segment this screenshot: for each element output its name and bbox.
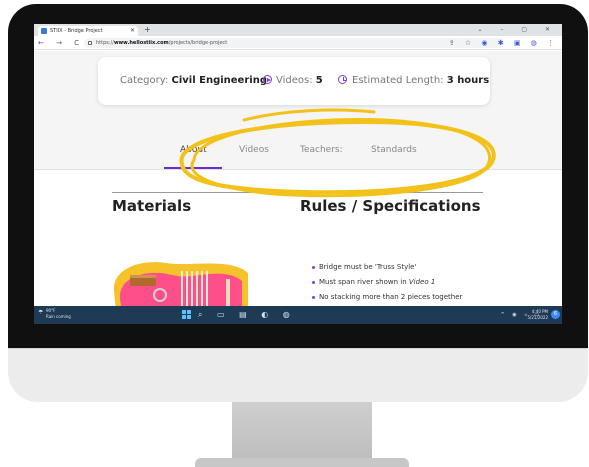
url-input[interactable]: https://www.hellostiix.com/projects/brid… [84,38,504,48]
category-info: Category: Civil Engineering [120,74,267,88]
rule-item: Must span river shown in Video 1 [312,275,552,290]
play-icon [263,75,272,84]
temperature: 90°F [46,308,56,313]
rain-icon: ☂ [38,309,44,316]
window-controls[interactable]: ⌄ – ▢ ✕ [478,24,558,35]
tab-about[interactable]: About [180,143,207,157]
share-bookmark-icons[interactable]: ⇪ ☆ [449,39,475,47]
illustration-wood-top [130,275,156,278]
monitor-chin [8,348,588,402]
close-tab-icon[interactable]: ✕ [130,26,135,36]
site-favicon-icon [41,28,47,34]
taskbar: ☂ 90°F Rain coming ⌕ ▭ ▤ ◐ ◍ ^ ◉ ◃ ▭ 4:4… [34,306,562,324]
videos-label: Videos: [276,75,316,86]
length-label: Estimated Length: [352,75,447,86]
monitor-stand [232,402,372,462]
browser-tab[interactable]: STIIX - Bridge Project ✕ [38,26,138,36]
length-value: 3 hours [446,75,490,86]
notification-badge[interactable]: 6 [551,310,560,319]
rules-rule [300,192,483,193]
navigation-buttons[interactable]: ← → C [38,37,84,49]
clock-date: 5/21/2022 [527,315,548,320]
section-divider [34,169,562,170]
materials-rule [112,192,287,193]
rule-item: Bridge must be 'Truss Style' [312,260,552,275]
lock-icon[interactable] [88,41,92,45]
browser-tab-title: STIIX - Bridge Project [50,28,103,34]
illustration-wood-block [130,277,156,286]
clock-time: 4:40 PM [531,309,548,314]
materials-heading: Materials [112,197,192,215]
length-info: Estimated Length: 3 hours [338,74,489,88]
videos-value: 5 [315,75,323,86]
monitor-base [195,458,409,467]
weather-text: Rain coming [46,314,71,319]
new-tab-button[interactable]: + [144,25,151,35]
tab-teachers[interactable]: Teachers: [300,143,343,157]
taskbar-app-icons[interactable]: ⌕ ▭ ▤ ◐ ◍ [198,309,296,321]
materials-illustration [113,262,248,306]
tab-standards[interactable]: Standards [371,143,417,157]
browser-extension-icons[interactable]: ⇪ ☆ ◉ ✱ ▣ ◍ ⋮ [449,37,558,49]
desktop-monitor-mockup: STIIX - Bridge Project ✕ + ⌄ – ▢ ✕ ← → C… [0,0,589,467]
url-path: /projects/bridge-project [168,40,228,46]
rules-list: Bridge must be 'Truss Style' Must span r… [312,260,552,305]
rule-item: No stacking more than 2 pieces together [312,290,552,305]
screen: STIIX - Bridge Project ✕ + ⌄ – ▢ ✕ ← → C… [34,24,562,324]
extension-toolbar-icons[interactable]: ◉ ✱ ▣ ◍ ⋮ [481,39,558,47]
browser-tab-bar: STIIX - Bridge Project ✕ + ⌄ – ▢ ✕ [34,24,562,36]
category-label: Category: [120,75,172,86]
category-value: Civil Engineering [171,75,267,86]
url-host: www.hellostiix.com [113,40,169,46]
browser-address-bar: ← → C https://www.hellostiix.com/project… [34,36,562,50]
tab-videos[interactable]: Videos [239,143,269,157]
project-info-card: Category: Civil Engineering Videos: 5 Es… [98,57,490,105]
web-page: Category: Civil Engineering Videos: 5 Es… [34,51,562,306]
taskbar-clock[interactable]: 4:40 PM 5/21/2022 [527,309,548,321]
clock-icon [338,75,347,84]
start-button[interactable] [182,310,192,320]
rules-heading: Rules / Specifications [300,197,481,215]
videos-info: Videos: 5 [263,74,323,88]
url-prefix: https:// [96,40,114,46]
